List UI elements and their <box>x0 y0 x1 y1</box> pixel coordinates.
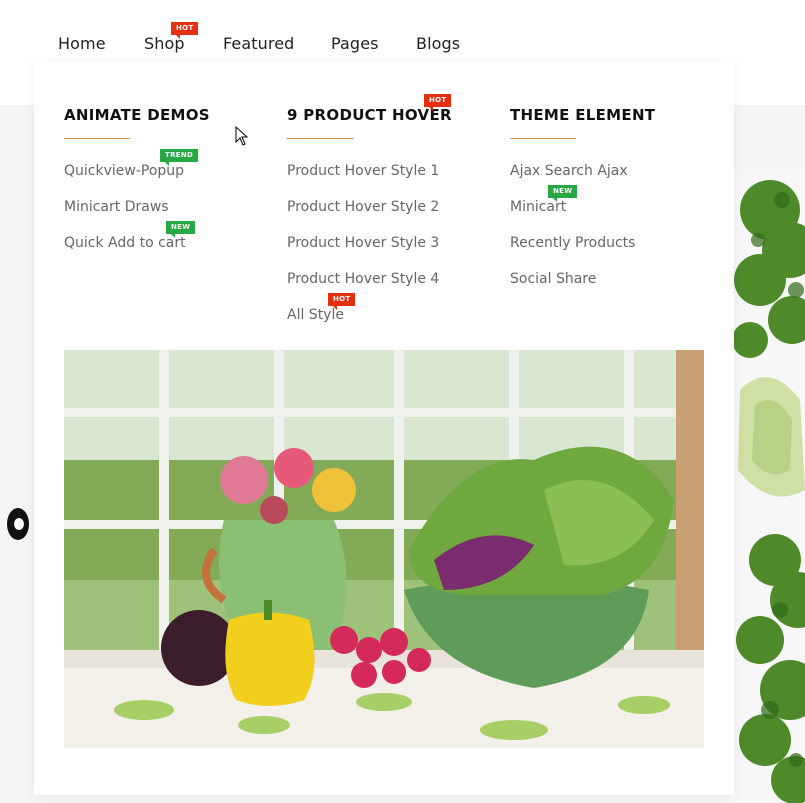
menu-link-hover-style-4[interactable]: Product Hover Style 4 <box>287 271 439 287</box>
trend-badge: TREND <box>160 149 199 166</box>
column-title-animate-demos: ANIMATE DEMOS <box>64 106 210 124</box>
minicart-new-badge: NEW <box>548 185 578 202</box>
menu-link-minicart[interactable]: Minicart <box>510 199 566 215</box>
column-title-product-hover: 9 PRODUCT HOVER <box>287 106 452 124</box>
menu-link-recently-products[interactable]: Recently Products <box>510 235 635 251</box>
menu-link-social-share[interactable]: Social Share <box>510 271 596 287</box>
menu-link-hover-style-1[interactable]: Product Hover Style 1 <box>287 163 439 179</box>
nav-home[interactable]: Home <box>58 34 106 53</box>
nav-featured[interactable]: Featured <box>223 34 294 53</box>
column-title-underline <box>510 138 576 139</box>
column-title-theme-element: THEME ELEMENT <box>510 106 656 124</box>
menu-link-ajax-search[interactable]: Ajax Search Ajax <box>510 163 628 179</box>
menu-link-hover-style-2[interactable]: Product Hover Style 2 <box>287 199 439 215</box>
menu-link-hover-style-3[interactable]: Product Hover Style 3 <box>287 235 439 251</box>
column-title-underline <box>64 138 130 139</box>
menu-link-quick-add-to-cart[interactable]: Quick Add to cart <box>64 235 186 251</box>
shop-hot-badge: HOT <box>171 22 199 39</box>
product-hover-hot-badge: HOT <box>424 94 452 111</box>
vegetables-promo-image[interactable] <box>64 350 704 748</box>
all-style-hot-badge: HOT <box>328 293 356 310</box>
new-badge: NEW <box>166 221 196 238</box>
carousel-indicator-icon[interactable] <box>7 508 29 540</box>
broccoli-image <box>730 170 805 803</box>
nav-pages[interactable]: Pages <box>331 34 379 53</box>
mouse-cursor-icon <box>235 126 249 146</box>
column-title-underline <box>287 138 353 139</box>
nav-blogs[interactable]: Blogs <box>416 34 460 53</box>
menu-link-minicart-draws[interactable]: Minicart Draws <box>64 199 169 215</box>
mega-menu-panel: ANIMATE DEMOS Quickview-Popup TREND Mini… <box>34 62 734 795</box>
